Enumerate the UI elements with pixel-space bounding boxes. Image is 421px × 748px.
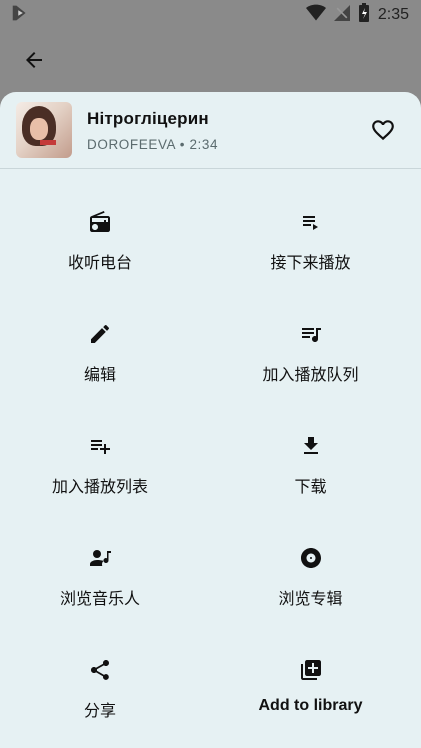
action-label: 加入播放列表 <box>51 479 148 496</box>
start-radio-action[interactable]: 收听电台 <box>0 169 200 281</box>
download-action[interactable]: 下载 <box>200 393 421 505</box>
signal-icon <box>333 4 350 27</box>
song-options-bottom-sheet: Нітрогліцерин DOROFEEVA • 2:34 收听电台 接下来播… <box>0 92 421 748</box>
add-to-library-action[interactable]: Add to library <box>200 617 421 729</box>
heart-outline-icon <box>372 120 394 141</box>
download-icon <box>298 433 324 459</box>
queue-music-icon <box>298 321 324 347</box>
action-label: 下载 <box>294 479 327 496</box>
action-label: 分享 <box>83 703 116 720</box>
back-arrow-icon <box>26 52 42 68</box>
edit-pencil-icon <box>87 321 113 347</box>
share-action[interactable]: 分享 <box>0 617 200 729</box>
library-add-icon <box>298 657 324 683</box>
radio-icon <box>87 209 113 235</box>
album-art <box>16 102 72 158</box>
song-title: Нітрогліцерин <box>87 108 209 128</box>
actions-grid: 收听电台 接下来播放 编辑 加入播放队列 加入播放列表 下载 浏览音乐人 浏览专… <box>0 169 421 729</box>
album-disc-icon <box>298 545 324 571</box>
view-artist-action[interactable]: 浏览音乐人 <box>0 505 200 617</box>
action-label: 编辑 <box>83 367 116 384</box>
artist-icon <box>87 545 113 571</box>
action-label: 浏览音乐人 <box>59 591 140 608</box>
play-next-icon <box>298 209 324 235</box>
add-to-queue-action[interactable]: 加入播放队列 <box>200 281 421 393</box>
action-label: 收听电台 <box>67 255 132 272</box>
top-app-bar <box>0 30 421 90</box>
action-label: 加入播放队列 <box>262 367 359 384</box>
clock: 2:35 <box>377 6 409 23</box>
add-to-playlist-action[interactable]: 加入播放列表 <box>0 393 200 505</box>
play-next-action[interactable]: 接下来播放 <box>200 169 421 281</box>
back-button[interactable] <box>20 46 48 74</box>
share-icon <box>87 657 113 683</box>
status-bar: 2:35 <box>0 0 421 30</box>
song-artist-duration: DOROFEEVA • 2:34 <box>87 136 219 152</box>
action-label: 接下来播放 <box>270 255 351 272</box>
song-info: Нітрогліцерин DOROFEEVA • 2:34 <box>87 109 218 152</box>
action-label: 浏览专辑 <box>278 591 343 608</box>
action-label: Add to library <box>258 697 363 714</box>
song-header: Нітрогліцерин DOROFEEVA • 2:34 <box>0 92 421 169</box>
edit-action[interactable]: 编辑 <box>0 281 200 393</box>
playlist-add-icon <box>87 433 113 459</box>
like-button[interactable] <box>369 116 397 144</box>
wifi-icon <box>305 4 326 27</box>
app-notification-icon <box>10 2 32 29</box>
view-album-action[interactable]: 浏览专辑 <box>200 505 421 617</box>
battery-icon <box>358 2 370 28</box>
